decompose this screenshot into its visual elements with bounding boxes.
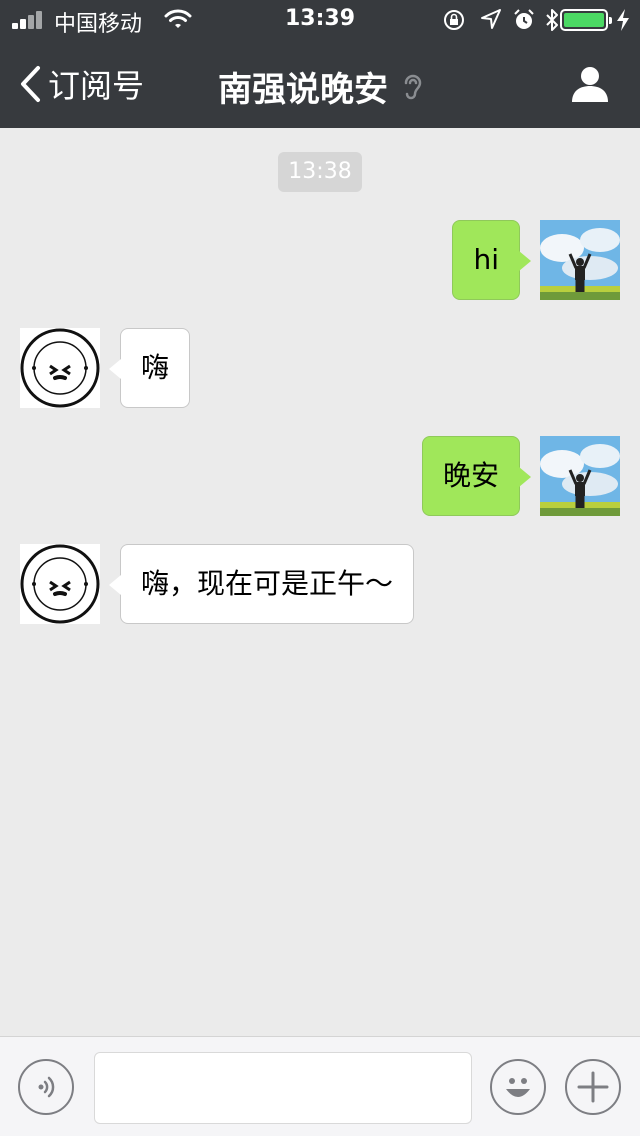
voice-button[interactable] xyxy=(18,1059,74,1115)
message-bubble-sent[interactable]: 晚安 xyxy=(421,436,532,516)
orientation-lock-icon xyxy=(444,10,464,30)
chat-title: 南强说晚安 xyxy=(218,70,388,110)
message-bubble-sent[interactable]: hi xyxy=(452,220,531,300)
message-bubble-received[interactable]: 嗨 xyxy=(108,328,191,408)
alarm-icon xyxy=(514,9,534,29)
input-bar xyxy=(0,1036,640,1136)
status-bar: 中国移动 13:39 xyxy=(0,0,640,40)
message-input[interactable] xyxy=(94,1052,472,1124)
nav-title-wrap: 南强说晚安 xyxy=(0,62,640,111)
avatar[interactable] xyxy=(540,436,620,516)
avatar[interactable] xyxy=(20,328,100,408)
bluetooth-icon xyxy=(546,9,558,31)
nav-bar: 订阅号 南强说晚安 xyxy=(0,40,640,128)
message-bubble-received[interactable]: 嗨，现在可是正午～ xyxy=(108,544,415,624)
top-bar: 中国移动 13:39 订阅号 南强说晚安 xyxy=(0,0,640,128)
voice-icon xyxy=(38,1076,55,1098)
battery-icon xyxy=(560,9,612,31)
ear-icon xyxy=(404,74,422,99)
plus-button[interactable] xyxy=(565,1059,621,1115)
emoji-button[interactable] xyxy=(490,1059,546,1115)
avatar[interactable] xyxy=(20,544,100,624)
charging-icon xyxy=(617,9,629,31)
emoji-icon xyxy=(506,1078,530,1097)
profile-icon[interactable] xyxy=(570,64,610,104)
avatar[interactable] xyxy=(540,220,620,300)
status-icons xyxy=(442,8,572,32)
location-icon xyxy=(481,9,501,29)
plus-icon xyxy=(577,1071,609,1103)
timestamp-badge: 13:38 xyxy=(278,152,362,192)
